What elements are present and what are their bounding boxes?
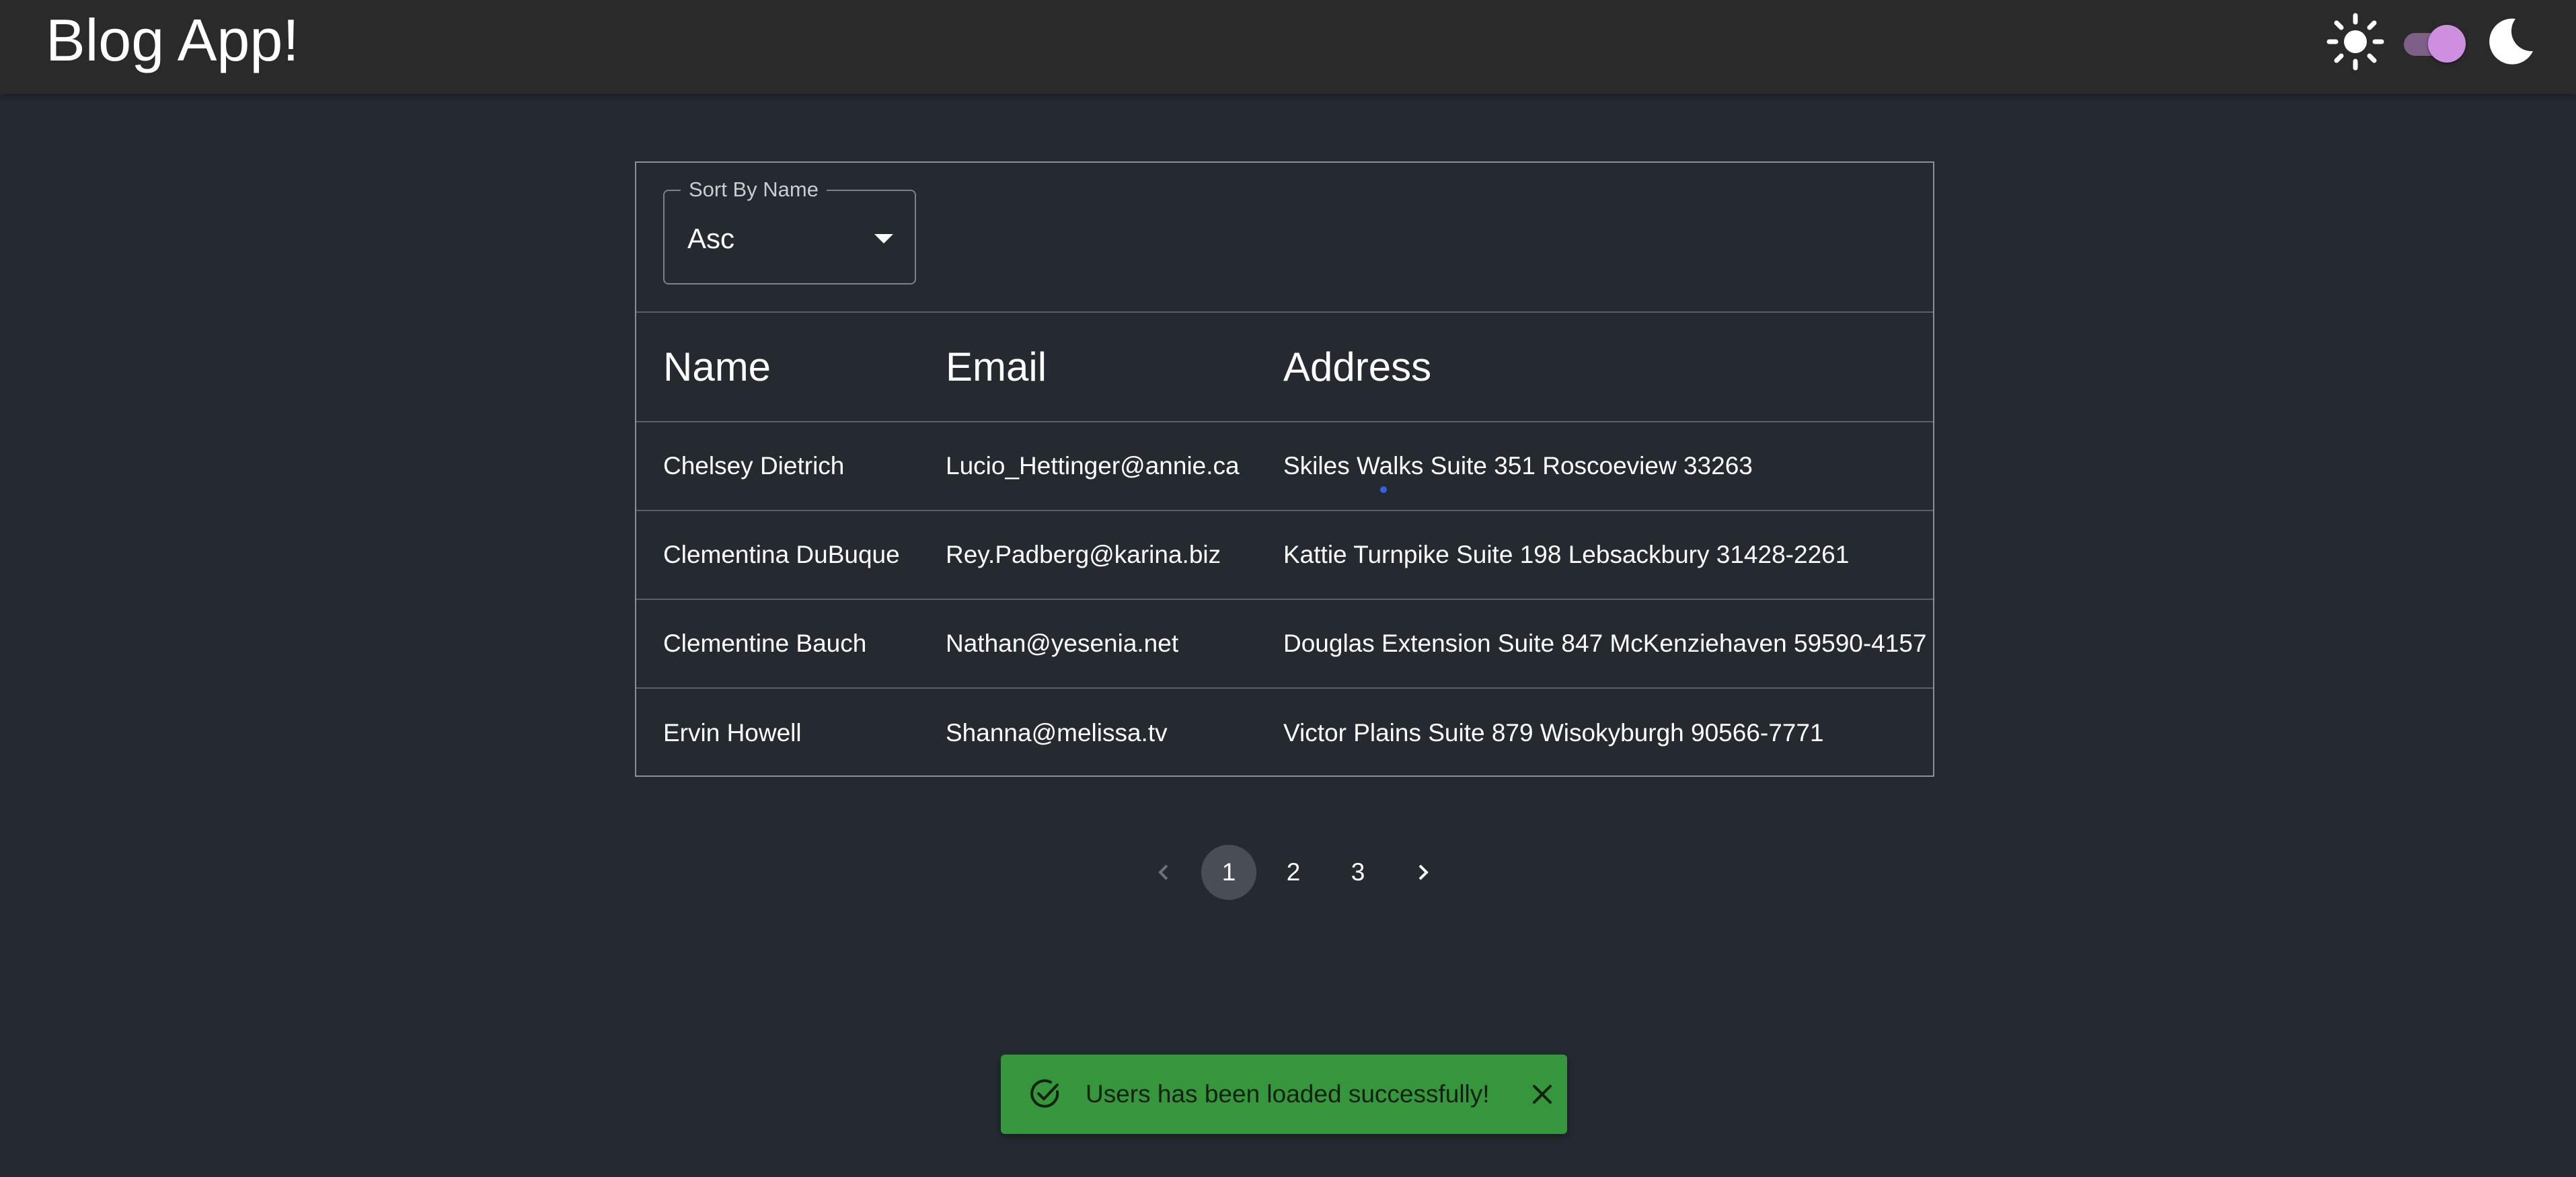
cell-name: Chelsey Dietrich <box>636 422 919 511</box>
cell-address: Skiles Walks Suite 351 Roscoeview 33263 <box>1256 422 1933 511</box>
cell-name: Clementine Bauch <box>636 599 919 689</box>
table-row: Clementina DuBuque Rey.Padberg@karina.bi… <box>636 510 1933 600</box>
close-icon[interactable] <box>1529 1081 1556 1108</box>
table-row: Chelsey Dietrich Lucio_Hettinger@annie.c… <box>636 422 1933 511</box>
cell-address: Victor Plains Suite 879 Wisokyburgh 9056… <box>1283 718 1824 747</box>
success-snackbar: Users has been loaded successfully! <box>1001 1055 1567 1134</box>
previous-page-button[interactable] <box>1137 845 1192 900</box>
cell-address: Kattie Turnpike Suite 198 Lebsackbury 31… <box>1256 510 1933 600</box>
cell-email: Rey.Padberg@karina.biz <box>919 510 1256 600</box>
pagination: 1 2 3 <box>1137 845 1460 900</box>
moon-icon <box>2489 18 2533 65</box>
next-page-button[interactable] <box>1395 845 1450 900</box>
cell-email: Lucio_Hettinger@annie.ca <box>919 422 1256 511</box>
page-button-2[interactable]: 2 <box>1266 845 1321 900</box>
sun-icon <box>2326 13 2384 71</box>
column-header-email: Email <box>919 313 1256 422</box>
theme-toggle[interactable] <box>2401 22 2466 63</box>
snackbar-message: Users has been loaded successfully! <box>1086 1080 1490 1108</box>
table-header-row: Name Email Address <box>636 313 1933 422</box>
table-row: Ervin Howell Shanna@melissa.tv Victor Pl… <box>636 688 1933 777</box>
app-bar: Blog App! <box>0 0 2576 94</box>
theme-controls <box>2326 13 2536 71</box>
column-header-address: Address <box>1256 313 1933 422</box>
chevron-left-icon <box>1158 864 1168 880</box>
users-table-panel: Sort By Name Asc Name Email Address Chel… <box>635 161 1934 777</box>
cell-email: Nathan@yesenia.net <box>919 599 1256 689</box>
app-title: Blog App! <box>46 7 299 73</box>
page-button-1[interactable]: 1 <box>1201 845 1256 900</box>
cursor-dot <box>1380 486 1387 493</box>
cell-name: Clementina DuBuque <box>636 510 919 600</box>
page-button-3[interactable]: 3 <box>1330 845 1386 900</box>
toggle-thumb[interactable] <box>2428 25 2466 63</box>
cell-email: Shanna@melissa.tv <box>946 718 1168 747</box>
users-table: Name Email Address Chelsey Dietrich Luci… <box>636 313 1933 777</box>
cell-name: Ervin Howell <box>663 718 802 747</box>
caret-down-icon[interactable] <box>874 234 893 243</box>
check-circle-icon <box>1030 1079 1059 1108</box>
column-header-name: Name <box>636 313 919 422</box>
sort-select-label: Sort By Name <box>681 178 827 202</box>
sort-select-value: Asc <box>687 223 735 254</box>
sort-by-name-select[interactable]: Sort By Name Asc <box>663 178 916 284</box>
chevron-right-icon <box>1418 864 1429 880</box>
cell-address: Douglas Extension Suite 847 McKenziehave… <box>1256 599 1933 689</box>
table-row: Clementine Bauch Nathan@yesenia.net Doug… <box>636 599 1933 689</box>
sort-toolbar: Sort By Name Asc <box>636 163 1933 313</box>
